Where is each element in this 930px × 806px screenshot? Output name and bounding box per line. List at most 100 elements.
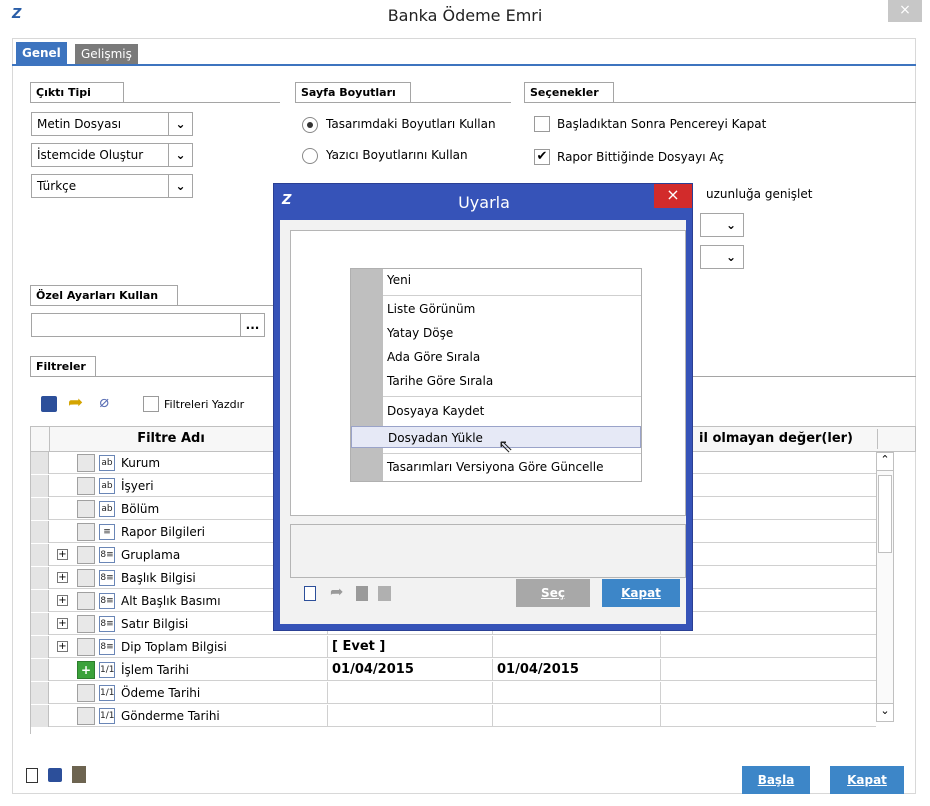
menu-item-save-file[interactable]: Dosyaya Kaydet: [351, 400, 641, 422]
chevron-down-icon[interactable]: ⌄: [168, 175, 192, 197]
row-selector[interactable]: [77, 592, 95, 610]
dialog-close-action-button[interactable]: Kapat: [602, 579, 680, 607]
filter-value-cell[interactable]: [493, 705, 661, 727]
filter-value-cell[interactable]: [327, 682, 493, 704]
field-type-icon: 8≡: [99, 616, 115, 632]
tab-gelismis[interactable]: Gelişmiş: [75, 44, 138, 64]
print-filters-checkbox[interactable]: [143, 396, 159, 412]
field-type-icon: 8≡: [99, 570, 115, 586]
options-combo-1[interactable]: ⌄: [700, 213, 744, 237]
filter-name: Kurum: [121, 456, 161, 470]
filter-value-cell[interactable]: [493, 682, 661, 704]
chevron-down-icon[interactable]: ⌄: [719, 246, 743, 268]
open-icon[interactable]: ➦: [330, 584, 346, 600]
row-gutter: [31, 452, 49, 474]
expand-icon[interactable]: +: [57, 549, 68, 560]
row-selector[interactable]: +: [77, 661, 95, 679]
scroll-thumb[interactable]: [878, 475, 892, 553]
delete-icon[interactable]: [356, 586, 368, 601]
row-selector[interactable]: [77, 638, 95, 656]
custom-settings-input[interactable]: ...: [31, 313, 265, 337]
chevron-down-icon[interactable]: ⌄: [168, 144, 192, 166]
open-folder-icon[interactable]: ➦: [68, 394, 88, 412]
filter-value-cell[interactable]: [493, 636, 661, 658]
page-icon[interactable]: [26, 768, 38, 783]
new-page-icon[interactable]: [304, 586, 316, 601]
output-type-value: Metin Dosyası: [37, 117, 122, 131]
chevron-down-icon[interactable]: ⌄: [168, 113, 192, 135]
dialog-body: Yeni Liste Görünüm Yatay Döşe Ada Göre S…: [280, 220, 686, 624]
start-button[interactable]: Başla: [742, 766, 810, 794]
row-selector[interactable]: [77, 615, 95, 633]
row-selector[interactable]: [77, 477, 95, 495]
filter-name: Rapor Bilgileri: [121, 525, 205, 539]
language-combo[interactable]: Türkçe ⌄: [31, 174, 193, 198]
filters-header: Filtreler: [30, 356, 96, 376]
tab-genel[interactable]: Genel: [16, 42, 67, 64]
page-size-header: Sayfa Boyutları: [295, 82, 411, 102]
filter-value-cell[interactable]: [327, 705, 493, 727]
output-type-combo[interactable]: Metin Dosyası ⌄: [31, 112, 193, 136]
select-button[interactable]: Seç: [516, 579, 590, 607]
row-selector[interactable]: [77, 569, 95, 587]
row-gutter: [31, 613, 49, 635]
filter-value-cell[interactable]: [ Evet ]: [327, 636, 493, 658]
non-included-values-column[interactable]: il olmayan değer(ler): [699, 431, 853, 446]
row-selector[interactable]: [77, 500, 95, 518]
customize-dialog: Z Uyarla × Yeni Liste Görünüm Yatay Döşe…: [273, 183, 693, 631]
open-file-checkbox[interactable]: ✔: [534, 149, 550, 165]
creation-location-combo[interactable]: İstemcide Oluştur ⌄: [31, 143, 193, 167]
table-row[interactable]: 1/1 Gönderme Tarihi: [31, 705, 876, 727]
table-row[interactable]: +1/1 İşlem Tarihi 01/04/2015 01/04/2015: [31, 659, 876, 681]
menu-item-update-versions[interactable]: Tasarımları Versiyona Göre Güncelle: [351, 456, 641, 478]
row-gutter: [31, 521, 49, 543]
filter-name: İşyeri: [121, 479, 154, 493]
export-icon[interactable]: [72, 766, 86, 783]
close-window-checkbox[interactable]: [534, 116, 550, 132]
row-selector[interactable]: [77, 707, 95, 725]
menu-item-tile-horizontal[interactable]: Yatay Döşe: [351, 322, 641, 344]
table-row[interactable]: +8≡ Dip Toplam Bilgisi [ Evet ]: [31, 636, 876, 658]
row-selector[interactable]: [77, 684, 95, 702]
eraser-icon[interactable]: ⌀: [99, 393, 117, 411]
field-type-icon: ab: [99, 478, 115, 494]
browse-button[interactable]: ...: [240, 314, 264, 336]
expand-icon[interactable]: +: [57, 595, 68, 606]
copy-icon[interactable]: [378, 586, 391, 601]
row-selector[interactable]: [77, 523, 95, 541]
menu-item-list-view[interactable]: Liste Görünüm: [351, 298, 641, 320]
scroll-down-icon[interactable]: ⌄: [877, 703, 893, 721]
menu-item-load-file[interactable]: Dosyadan Yükle: [351, 426, 641, 448]
grid-scrollbar[interactable]: ⌃ ⌄: [876, 452, 894, 722]
close-button[interactable]: Kapat: [830, 766, 904, 794]
tab-strip-line: [12, 64, 916, 66]
table-row[interactable]: 1/1 Ödeme Tarihi: [31, 682, 876, 704]
custom-settings-divider: [30, 305, 280, 306]
close-window-button[interactable]: ×: [888, 0, 922, 22]
output-type-header: Çıktı Tipi: [30, 82, 124, 102]
filter-name-column[interactable]: Filtre Adı: [51, 431, 291, 446]
dialog-title: Uyarla: [458, 193, 510, 212]
scroll-up-icon[interactable]: ⌃: [877, 453, 893, 471]
creation-location-value: İstemcide Oluştur: [37, 148, 144, 162]
header-divider: [49, 427, 50, 451]
menu-item-sort-name[interactable]: Ada Göre Sırala: [351, 346, 641, 368]
expand-icon[interactable]: +: [57, 641, 68, 652]
row-gutter: [31, 659, 49, 681]
dialog-close-button[interactable]: ×: [654, 184, 692, 208]
expand-icon[interactable]: +: [57, 572, 68, 583]
menu-item-new[interactable]: Yeni: [351, 269, 641, 291]
field-type-icon: 8≡: [99, 547, 115, 563]
chevron-down-icon[interactable]: ⌄: [719, 214, 743, 236]
design-size-radio[interactable]: [302, 117, 318, 133]
filter-value-cell[interactable]: 01/04/2015: [327, 659, 493, 681]
save-icon[interactable]: [48, 768, 62, 782]
printer-size-radio[interactable]: [302, 148, 318, 164]
expand-icon[interactable]: +: [57, 618, 68, 629]
filter-value-cell[interactable]: 01/04/2015: [493, 659, 661, 681]
save-icon[interactable]: [41, 396, 57, 412]
row-selector[interactable]: [77, 546, 95, 564]
menu-item-sort-date[interactable]: Tarihe Göre Sırala: [351, 370, 641, 392]
row-selector[interactable]: [77, 454, 95, 472]
options-combo-2[interactable]: ⌄: [700, 245, 744, 269]
